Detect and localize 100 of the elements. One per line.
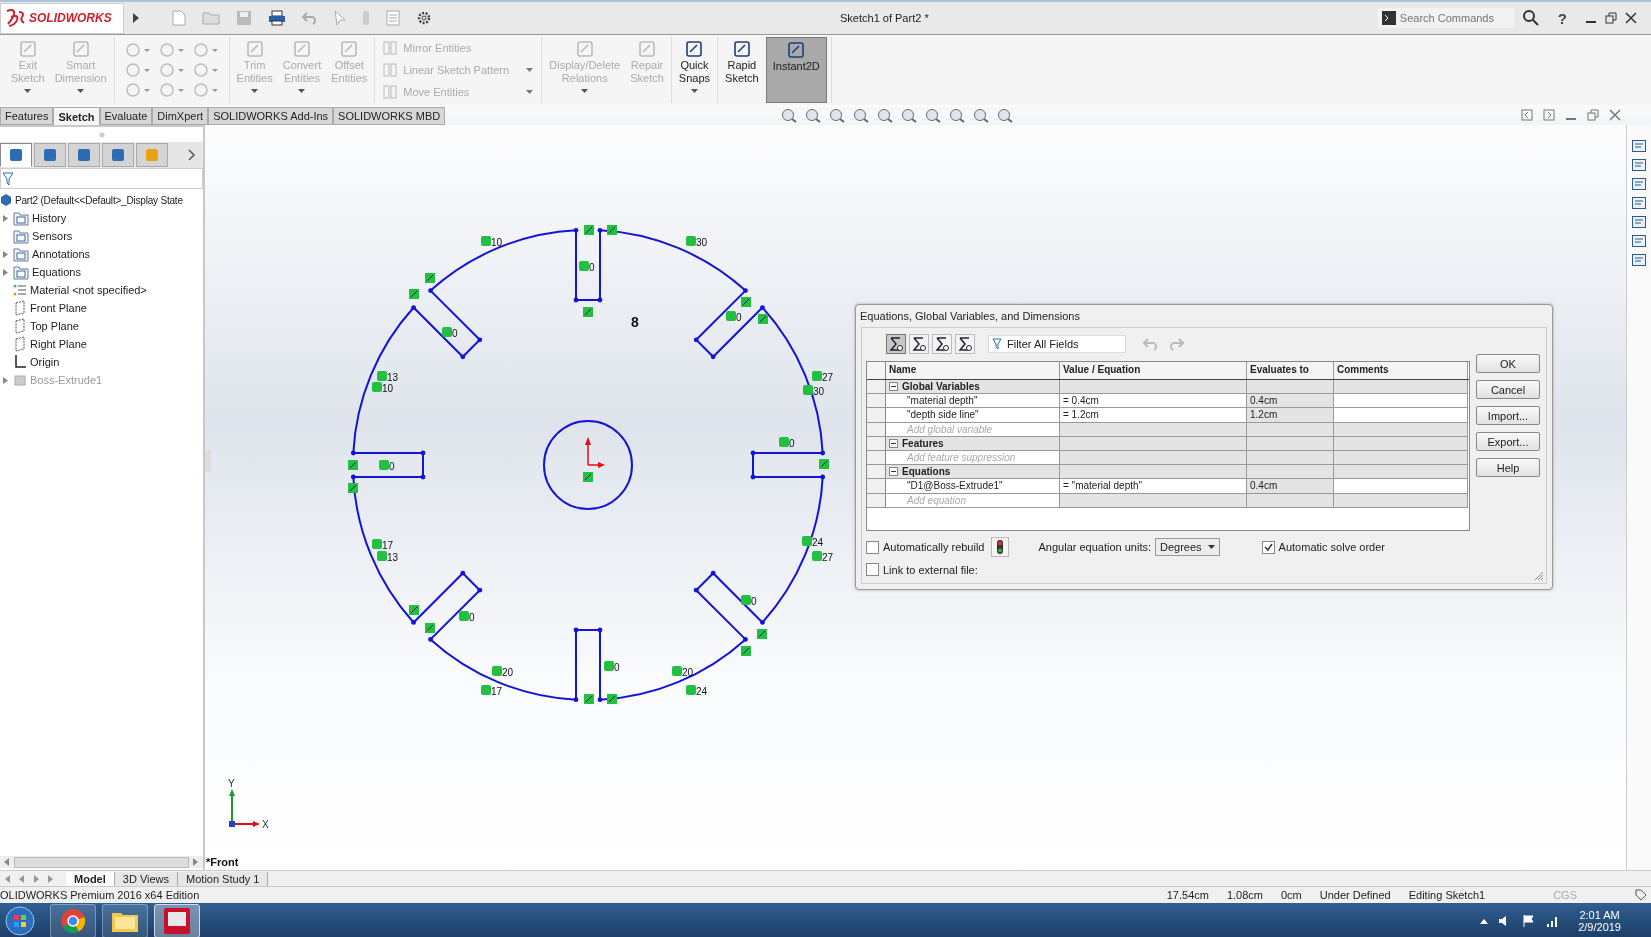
property-manager-tab[interactable]: [34, 143, 66, 167]
flag-icon[interactable]: [1522, 914, 1537, 928]
sketch-point[interactable]: [710, 354, 716, 360]
sketch-point[interactable]: [573, 627, 579, 633]
scroll-left-icon[interactable]: [4, 858, 10, 866]
command-tab[interactable]: Features: [0, 107, 54, 125]
magnifier-icon[interactable]: [804, 107, 823, 123]
relation-tag[interactable]: 27: [812, 371, 834, 383]
restore-icon[interactable]: [1587, 109, 1599, 121]
relation-marker-icon[interactable]: [741, 297, 751, 307]
tile-left-icon[interactable]: [1521, 109, 1533, 121]
relation-tag[interactable]: 24: [686, 685, 708, 697]
sketch-point[interactable]: [710, 570, 716, 576]
relation-tag[interactable]: 17: [372, 539, 394, 551]
chevron-up-icon[interactable]: [1480, 918, 1489, 924]
relation-marker-icon[interactable]: [757, 629, 767, 639]
dimxpert-manager-tab[interactable]: [102, 143, 134, 167]
sketch-point[interactable]: [750, 450, 756, 456]
command-tab[interactable]: Evaluate: [99, 107, 153, 125]
expand-arrow-icon[interactable]: [132, 12, 140, 24]
command-tab[interactable]: SOLIDWORKS Add-Ins: [208, 107, 334, 125]
relation-marker-icon[interactable]: [583, 472, 593, 482]
tree-item[interactable]: Material <not specified>: [30, 284, 147, 296]
tree-item[interactable]: Annotations: [32, 248, 91, 260]
logo-panel[interactable]: SOLIDWORKS: [0, 2, 124, 34]
expand-arrow-icon[interactable]: [2, 214, 8, 222]
dimensions-view-button[interactable]: [932, 334, 952, 354]
feature-manager-tab[interactable]: [0, 143, 32, 167]
sketch-circle[interactable]: [543, 420, 633, 510]
sketch-point[interactable]: [597, 297, 603, 303]
table-cell[interactable]: [1334, 479, 1468, 494]
expand-arrow-icon[interactable]: [2, 250, 8, 258]
sketch-point[interactable]: [743, 288, 748, 293]
table-cell[interactable]: "D1@Boss-Extrude1": [886, 479, 1060, 494]
sketch-point[interactable]: [460, 570, 466, 576]
relation-marker-icon[interactable]: [607, 694, 617, 704]
relation-marker-icon[interactable]: [758, 314, 768, 324]
command-tab[interactable]: Sketch: [53, 107, 100, 125]
dialog-button[interactable]: OK: [1476, 354, 1540, 373]
relation-tag[interactable]: 20: [672, 666, 694, 678]
chevron-right-icon[interactable]: [187, 149, 195, 161]
relation-marker-icon[interactable]: [584, 694, 594, 704]
column-header[interactable]: Name: [886, 362, 1060, 379]
relation-marker-icon[interactable]: [584, 225, 594, 235]
sketch-point[interactable]: [477, 337, 483, 343]
sketch-point[interactable]: [693, 337, 699, 343]
checkbox[interactable]: [866, 540, 879, 554]
sketch-point[interactable]: [597, 697, 603, 703]
sketch-point[interactable]: [597, 227, 603, 233]
relation-marker-icon[interactable]: [425, 273, 435, 283]
relation-marker-icon[interactable]: [583, 307, 593, 317]
relation-tag[interactable]: 10: [372, 382, 394, 394]
tag-icon[interactable]: [1635, 889, 1647, 901]
relation-marker-icon[interactable]: [741, 646, 751, 656]
tree-item[interactable]: Part2 (Default<<Default>_Display State: [15, 194, 183, 206]
scrollbar-thumb[interactable]: [14, 856, 189, 868]
search-icon[interactable]: [1521, 9, 1540, 27]
view-tab[interactable]: 3D Views: [114, 871, 179, 886]
dialog-button[interactable]: Import...: [1476, 406, 1540, 425]
tree-item[interactable]: Equations: [32, 266, 81, 278]
clock-date[interactable]: 2/9/2019: [1578, 921, 1621, 933]
table-cell[interactable]: [1334, 408, 1468, 423]
relation-tag[interactable]: 10: [481, 236, 503, 248]
relation-marker-icon[interactable]: [425, 623, 435, 633]
tree-item[interactable]: Sensors: [32, 230, 73, 242]
resize-grip-icon[interactable]: [1534, 571, 1544, 581]
sketch-point[interactable]: [743, 637, 748, 642]
toolbar-button[interactable]: Quick Snaps: [675, 37, 714, 103]
printer-icon[interactable]: [268, 10, 286, 26]
magnifier-icon[interactable]: [780, 107, 799, 123]
sketch-point[interactable]: [597, 627, 603, 633]
sketch-point[interactable]: [460, 354, 466, 360]
task-pane-icon[interactable]: [1631, 214, 1647, 230]
task-pane-icon[interactable]: [1631, 138, 1647, 154]
sketch-point[interactable]: [350, 474, 356, 480]
dialog-button[interactable]: Help: [1476, 458, 1540, 477]
dimension-value[interactable]: 8: [631, 314, 639, 330]
collapse-icon[interactable]: [889, 438, 898, 448]
task-pane-icon[interactable]: [1631, 252, 1647, 268]
relation-tag[interactable]: 27: [812, 551, 834, 563]
grip-icon[interactable]: [98, 131, 105, 138]
table-cell[interactable]: [1334, 394, 1468, 409]
tree-item[interactable]: Right Plane: [30, 338, 87, 350]
collapse-icon[interactable]: [889, 467, 898, 477]
units-dropdown[interactable]: Degrees: [1155, 538, 1220, 556]
tree-item[interactable]: History: [32, 212, 67, 224]
clock-time[interactable]: 2:01 AM: [1579, 909, 1620, 921]
taskbar-app-button[interactable]: [154, 904, 200, 937]
task-pane-icon[interactable]: [1631, 195, 1647, 211]
sketch-point[interactable]: [693, 587, 699, 593]
relation-tag[interactable]: 24: [802, 536, 824, 548]
relation-tag[interactable]: 13: [377, 371, 399, 383]
sketch-point[interactable]: [428, 637, 433, 642]
dialog-button[interactable]: Export...: [1476, 432, 1540, 451]
relation-tag[interactable]: 30: [803, 385, 825, 397]
settings-icon[interactable]: [416, 10, 432, 26]
view-tab[interactable]: Motion Study 1: [178, 871, 269, 886]
sketch-point[interactable]: [760, 305, 765, 310]
filter-icon[interactable]: [2, 171, 14, 186]
start-button-icon[interactable]: [4, 905, 36, 937]
